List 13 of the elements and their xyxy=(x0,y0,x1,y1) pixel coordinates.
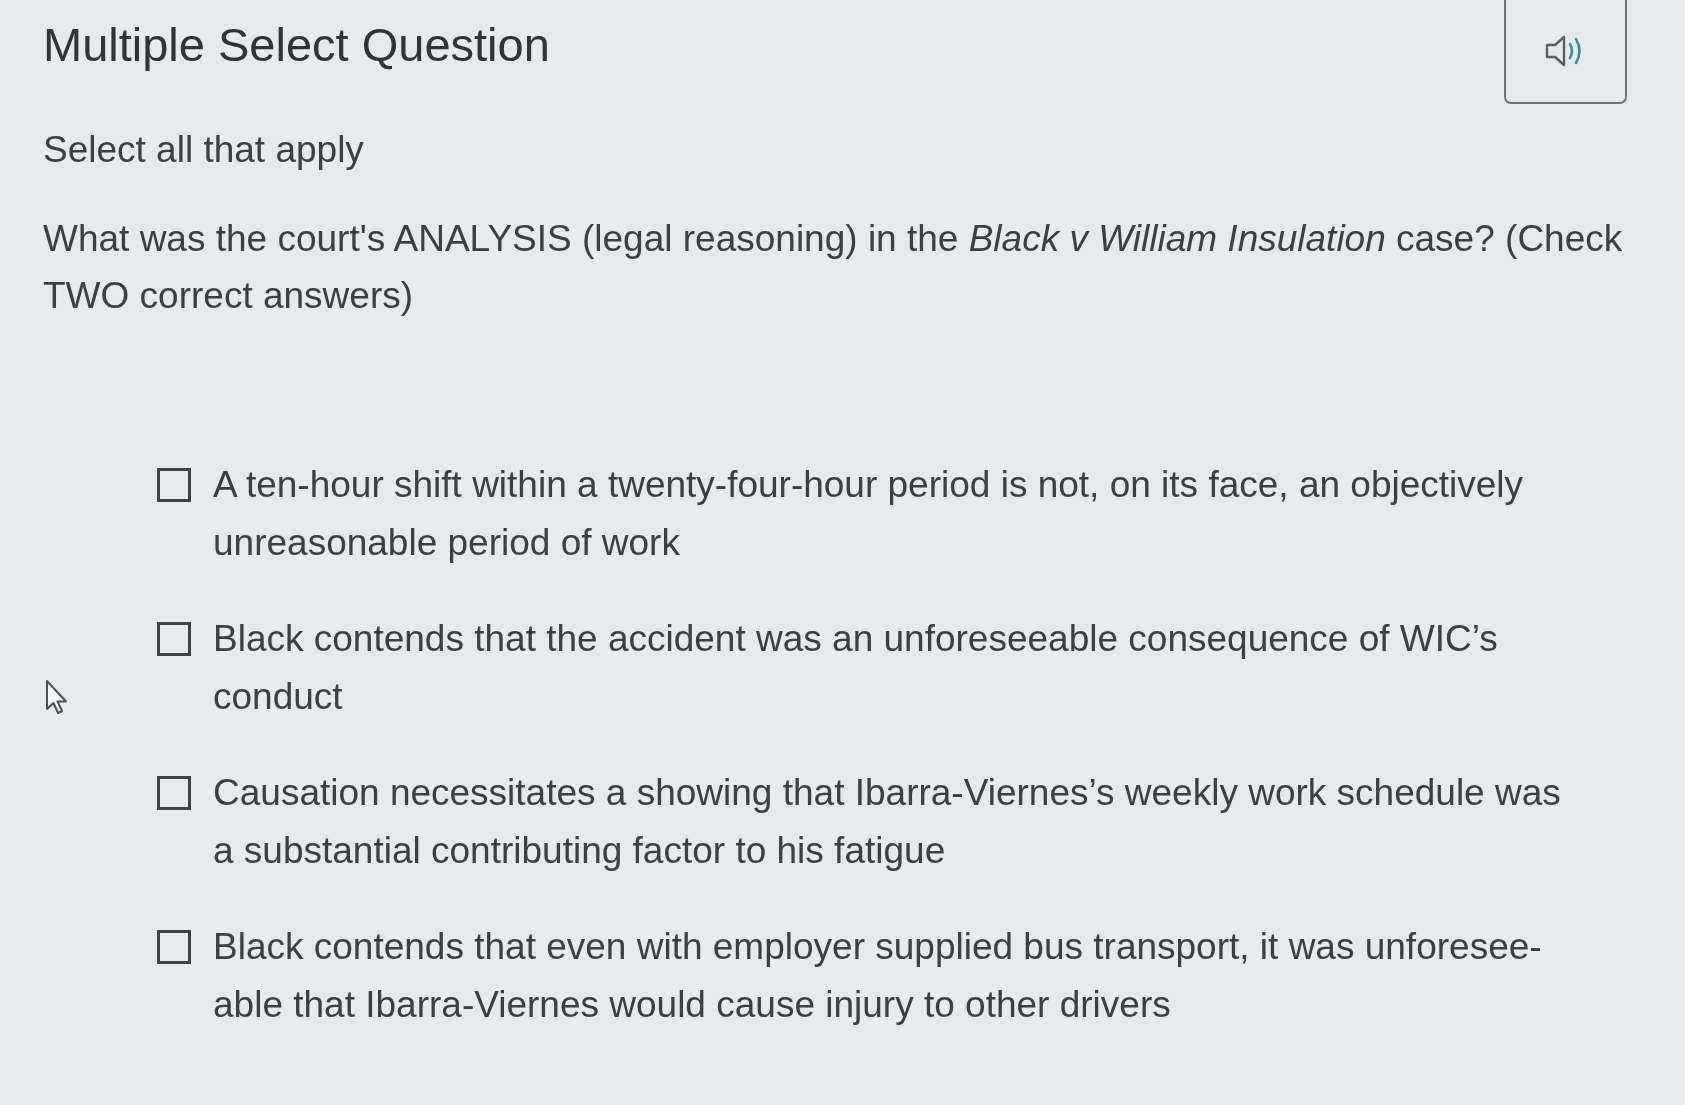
answer-option-text[interactable]: Black contends that even with employer supplied bus transport, it was unforesee-able that Ibarra-Viernes would cause injury to other drivers xyxy=(213,918,1581,1034)
question-text: What was the court's ANALYSIS (legal reasoning) in the Black v William Insulation case? (Check TWO correct answers) xyxy=(43,217,1624,318)
answer-option-text[interactable]: A ten-hour shift within a twenty-four-hour period is not, on its face, an objectively unreasonable period of work xyxy=(213,456,1581,572)
answer-option-text[interactable]: Causation necessitates a showing that Ibarra-Viernes’s weekly work schedule was a substantial contributing factor to his fatigue xyxy=(213,764,1581,880)
answer-option-text[interactable]: Black contends that the accident was an unforeseeable consequence of WIC’s conduct xyxy=(213,610,1581,726)
question-type-title: Multiple Select Question xyxy=(43,17,550,73)
instruction-text: Select all that apply xyxy=(43,128,365,172)
checkbox[interactable] xyxy=(157,622,191,656)
checkbox[interactable] xyxy=(157,930,191,964)
mouse-cursor-icon xyxy=(45,679,69,715)
checkbox[interactable] xyxy=(157,468,191,502)
checkbox[interactable] xyxy=(157,776,191,810)
audio-button[interactable] xyxy=(1504,0,1627,104)
